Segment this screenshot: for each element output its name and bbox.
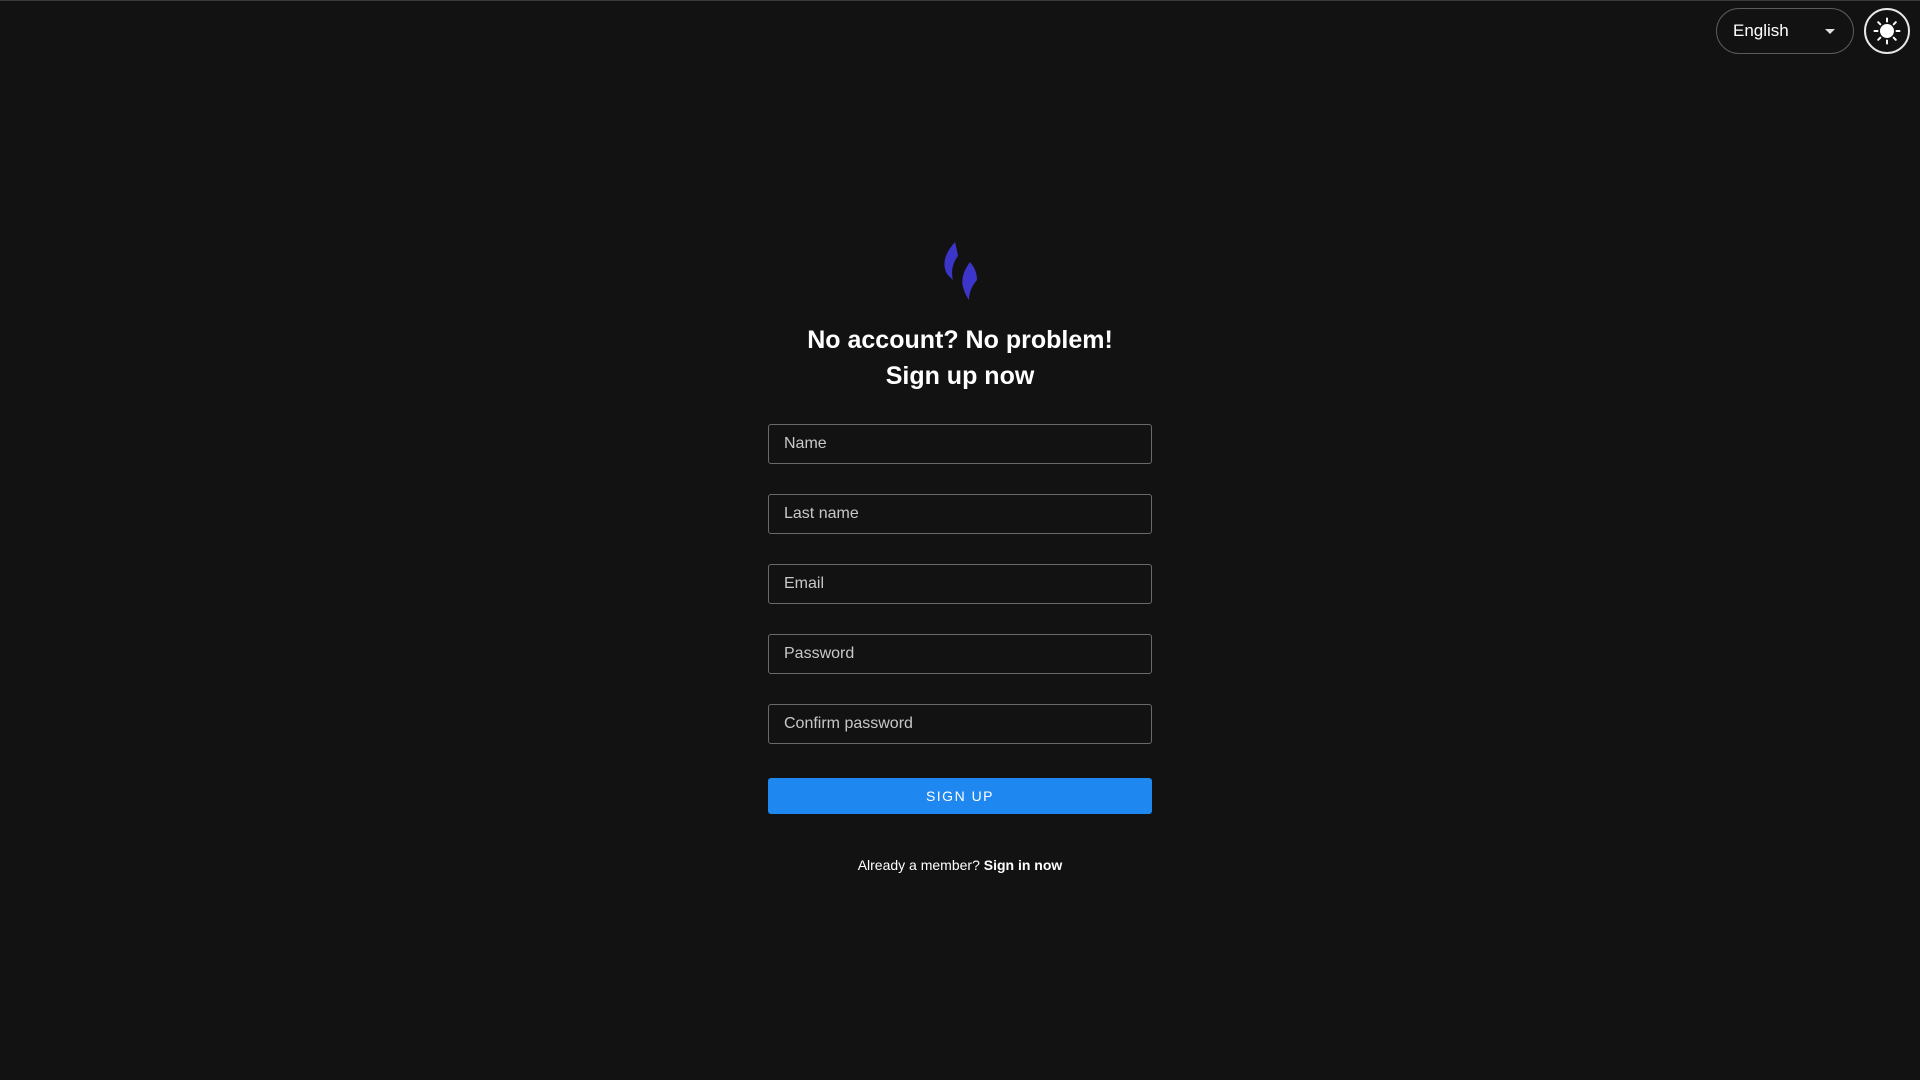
- flame-logo: [944, 242, 977, 300]
- signup-form: SIGN UP: [768, 424, 1152, 814]
- title-line-2: Sign up now: [885, 362, 1035, 390]
- top-divider: [0, 0, 1920, 1]
- signup-panel: No account? No problem! Sign up now SIGN…: [768, 240, 1152, 873]
- theme-toggle-button[interactable]: [1864, 8, 1910, 54]
- chevron-down-icon: [1825, 28, 1835, 34]
- email-field[interactable]: [768, 564, 1152, 604]
- sun-icon: [1873, 17, 1901, 45]
- password-field[interactable]: [768, 634, 1152, 674]
- page-title: No account? No problem! Sign up now: [807, 322, 1113, 394]
- language-select-value: English: [1733, 21, 1789, 40]
- already-member-text: Already a member?: [857, 857, 980, 873]
- last-name-field[interactable]: [768, 494, 1152, 534]
- sign-in-link[interactable]: Sign in now: [984, 857, 1063, 873]
- confirm-password-field[interactable]: [768, 704, 1152, 744]
- language-select[interactable]: English: [1716, 8, 1854, 54]
- sign-in-prompt: Already a member? Sign in now: [858, 857, 1063, 873]
- title-line-1: No account? No problem!: [807, 326, 1113, 354]
- sign-up-button[interactable]: SIGN UP: [768, 778, 1152, 814]
- name-field[interactable]: [768, 424, 1152, 464]
